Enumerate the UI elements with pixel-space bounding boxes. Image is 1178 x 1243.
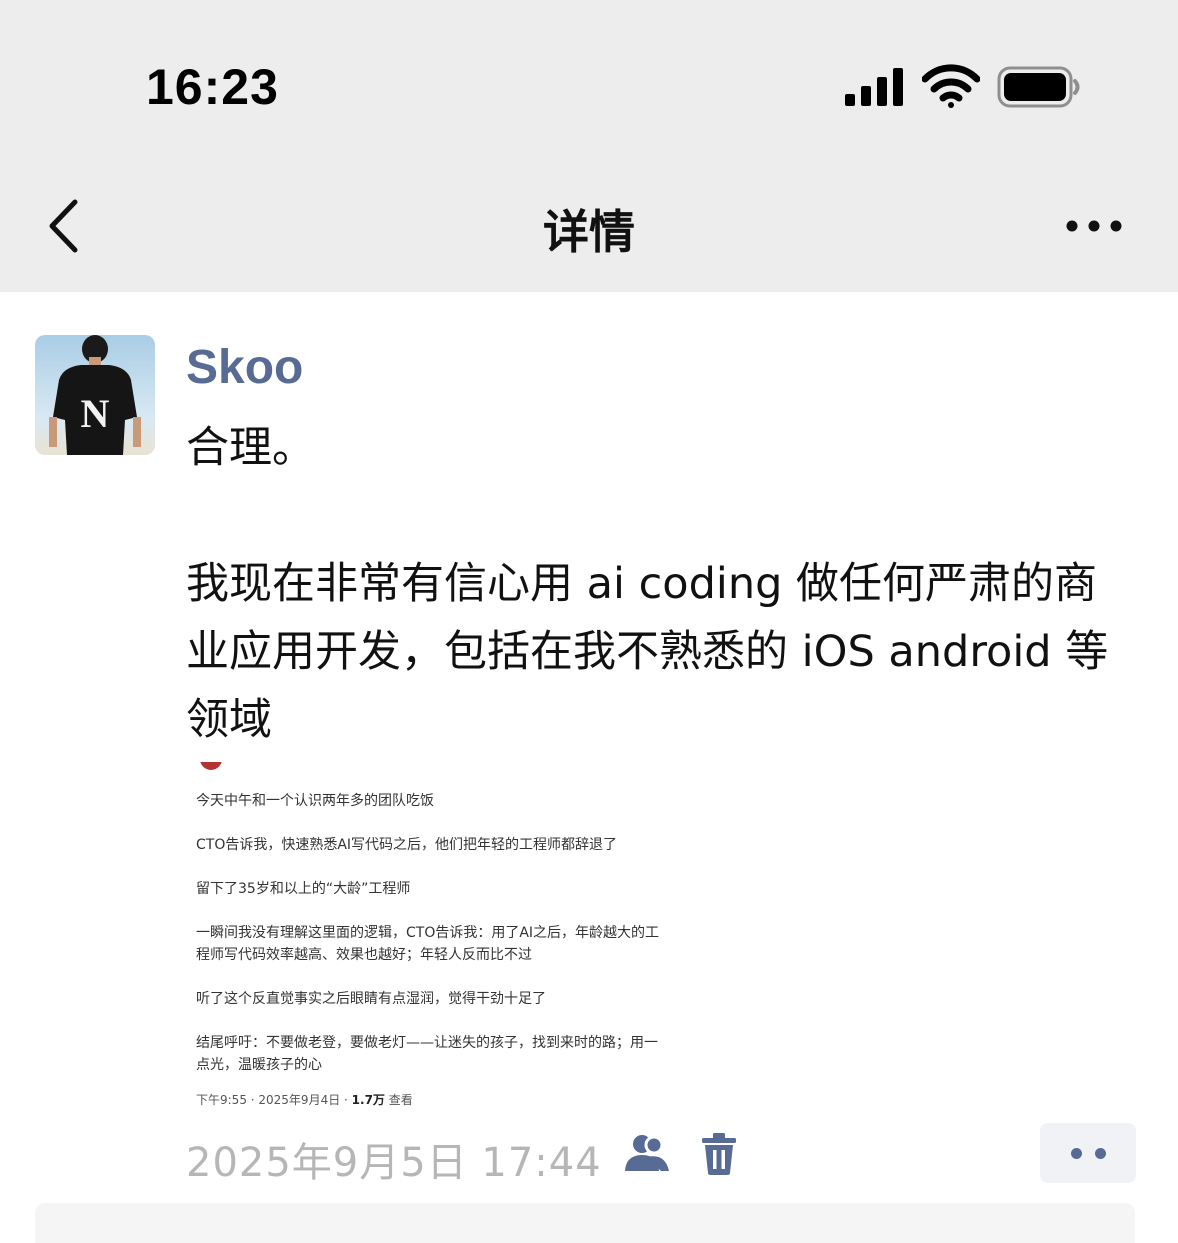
dot <box>1071 1148 1082 1159</box>
status-time: 16:23 <box>146 59 279 115</box>
dot <box>1095 1148 1106 1159</box>
avatar[interactable]: N <box>35 335 155 455</box>
top-bar: 16:23 详情 <box>0 0 1178 292</box>
trash-icon[interactable] <box>700 1133 738 1175</box>
wifi-icon <box>922 64 980 108</box>
image-line: 点光，温暖孩子的心 <box>196 1057 322 1073</box>
image-meta-suffix: 查看 <box>384 1093 413 1107</box>
author-name[interactable]: Skoo <box>186 340 303 395</box>
image-meta: 下午9:55 · 2025年9月4日 · 1.7万 查看 <box>196 1089 716 1111</box>
more-horizontal-icon[interactable] <box>1064 214 1124 238</box>
battery-icon <box>997 66 1080 108</box>
image-meta-prefix: 下午9:55 · 2025年9月4日 · <box>196 1093 352 1107</box>
image-avatar-fragment <box>200 762 222 770</box>
post-timestamp: 2025年9月5日 17:44 <box>186 1140 602 1186</box>
image-line: 程师写代码效率越高、效果也越好；年轻人反而比不过 <box>196 947 532 963</box>
post-paragraph-2: 我现在非常有信心用 ai coding 做任何严肃的商业应用开发，包括在我不熟悉… <box>186 559 1109 745</box>
image-line: 今天中午和一个认识两年多的团队吃饭 <box>196 793 434 809</box>
svg-text:N: N <box>81 391 110 436</box>
signal-icon <box>845 68 903 106</box>
page-title: 详情 <box>543 205 635 259</box>
friends-visibility-icon[interactable] <box>623 1133 671 1173</box>
image-line: 结尾呼吁：不要做老登，要做老灯——让迷失的孩子，找到来时的路；用一 <box>196 1035 658 1051</box>
image-line: CTO告诉我，快速熟悉AI写代码之后，他们把年轻的工程师都辞退了 <box>196 837 618 853</box>
image-line: 一瞬间我没有理解这里面的逻辑，CTO告诉我：用了AI之后，年龄越大的工 <box>196 925 660 941</box>
more-dots-icon[interactable] <box>1040 1123 1136 1183</box>
post-paragraph-1: 合理。 <box>186 423 315 473</box>
post-image[interactable]: 今天中午和一个认识两年多的团队吃饭 CTO告诉我，快速熟悉AI写代码之后，他们把… <box>186 762 726 1112</box>
image-meta-views: 1.7万 <box>351 1093 385 1107</box>
image-line: 听了这个反直觉事实之后眼睛有点湿润，觉得干劲十足了 <box>196 991 546 1007</box>
comment-area <box>35 1203 1135 1243</box>
image-line: 留下了35岁和以上的“大龄”工程师 <box>196 881 411 897</box>
post-text: 合理。 我现在非常有信心用 ai coding 做任何严肃的商业应用开发，包括在… <box>186 414 1136 754</box>
